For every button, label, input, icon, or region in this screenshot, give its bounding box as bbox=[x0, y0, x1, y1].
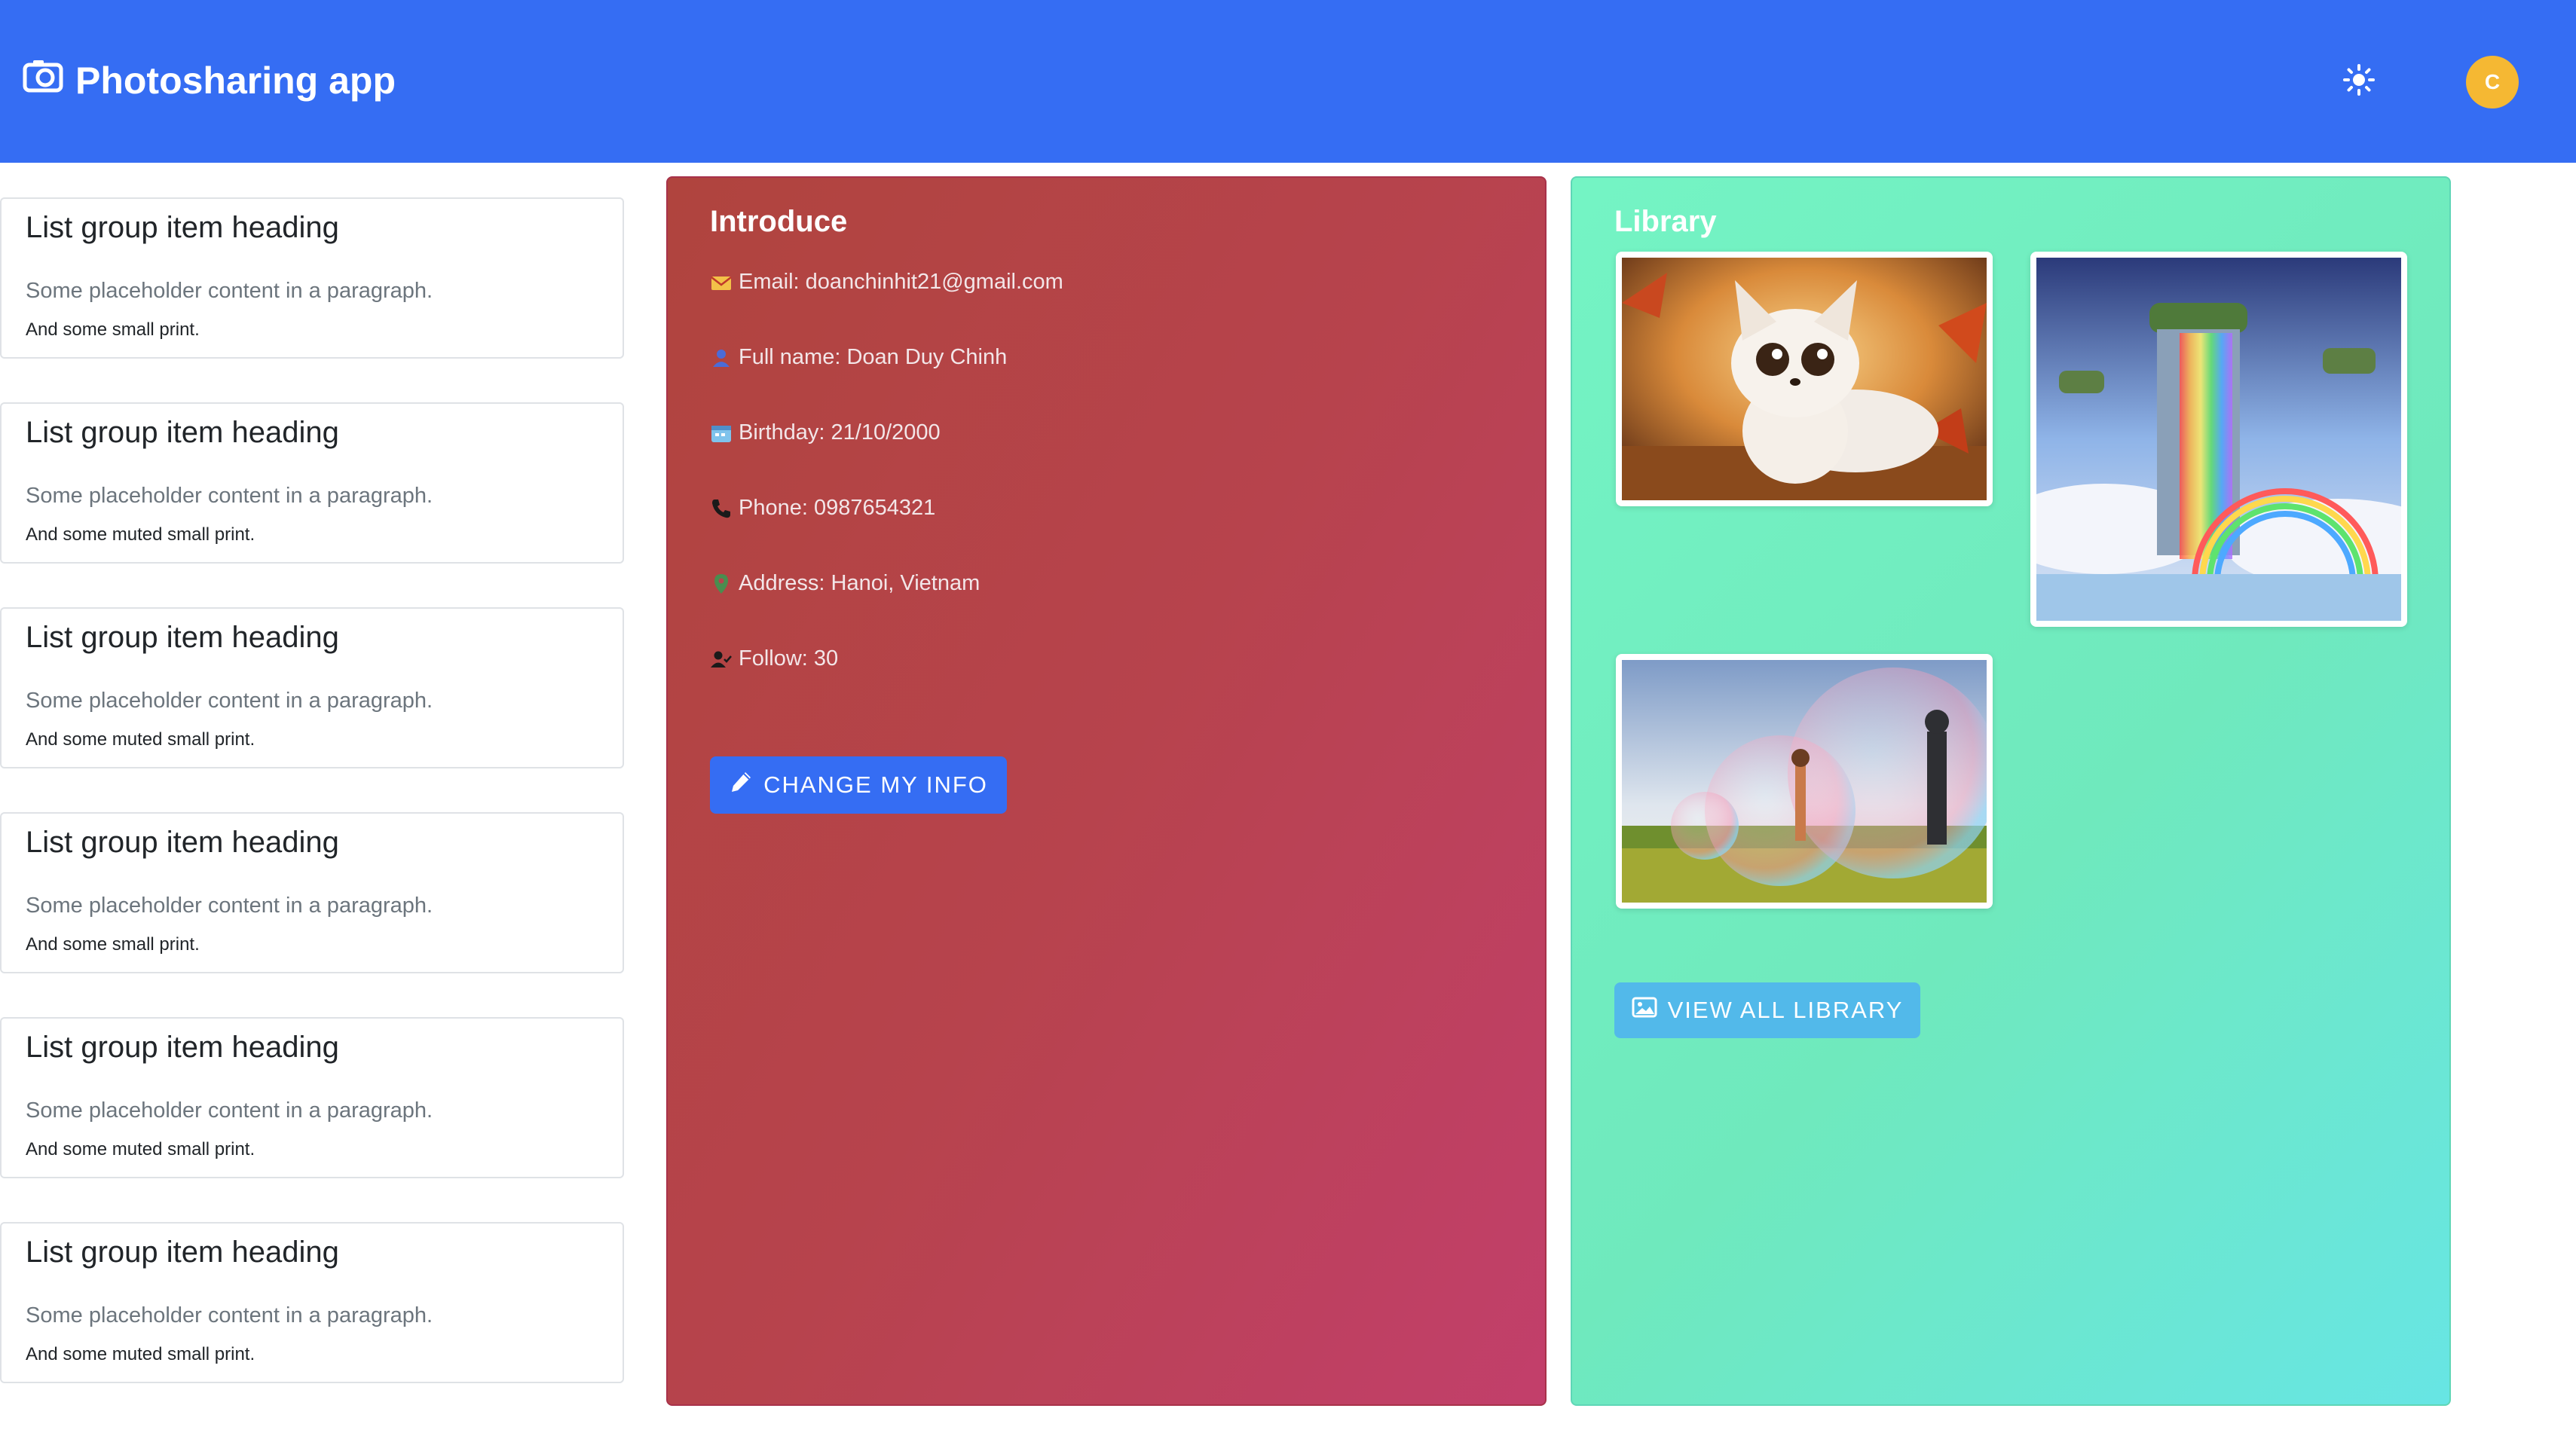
phone-row: Phone: 0987654321 bbox=[710, 496, 935, 521]
sun-icon bbox=[2342, 63, 2376, 100]
theme-toggle-button[interactable] bbox=[2336, 60, 2382, 102]
image-icon bbox=[1632, 996, 1657, 1025]
location-pin-icon bbox=[710, 573, 733, 595]
fullname-text: Full name: Doan Duy Chinh bbox=[739, 345, 1008, 369]
list-item-heading: List group item heading bbox=[26, 621, 339, 654]
introduce-card: Introduce Email: doanchinhit21@gmail.com… bbox=[666, 176, 1547, 1406]
list-item-small: And some small print. bbox=[26, 319, 200, 340]
birthday-text: Birthday: 21/10/2000 bbox=[739, 420, 941, 445]
list-item-heading: List group item heading bbox=[26, 1236, 339, 1269]
list-item-text: Some placeholder content in a paragraph. bbox=[26, 1098, 433, 1123]
list-item-text: Some placeholder content in a paragraph. bbox=[26, 279, 433, 303]
phone-icon bbox=[710, 497, 733, 520]
follow-row: Follow: 30 bbox=[710, 646, 838, 671]
view-all-library-label: VIEW ALL LIBRARY bbox=[1667, 997, 1904, 1023]
list-item-small: And some muted small print. bbox=[26, 1344, 255, 1364]
list-item[interactable]: List group item heading Some placeholder… bbox=[0, 812, 624, 973]
avatar[interactable]: C bbox=[2466, 56, 2519, 108]
address-row: Address: Hanoi, Vietnam bbox=[710, 571, 980, 596]
list-item-heading: List group item heading bbox=[26, 1031, 339, 1064]
fox-autumn-image[interactable] bbox=[1616, 252, 1993, 506]
library-title: Library bbox=[1614, 205, 1717, 238]
view-all-library-button[interactable]: VIEW ALL LIBRARY bbox=[1614, 982, 1920, 1038]
envelope-icon bbox=[710, 271, 733, 294]
fullname-row: Full name: Doan Duy Chinh bbox=[710, 345, 1007, 370]
list-item-heading: List group item heading bbox=[26, 416, 339, 449]
brand[interactable]: Photosharing app bbox=[23, 59, 396, 102]
library-card: Library VIEW ALL LIBRARY bbox=[1571, 176, 2451, 1406]
list-item[interactable]: List group item heading Some placeholder… bbox=[0, 1017, 624, 1178]
pencil-icon bbox=[729, 770, 753, 800]
list-item[interactable]: List group item heading Some placeholder… bbox=[0, 607, 624, 768]
change-my-info-button[interactable]: CHANGE MY INFO bbox=[710, 756, 1007, 814]
user-icon bbox=[710, 347, 733, 369]
email-row: Email: doanchinhit21@gmail.com bbox=[710, 270, 1063, 295]
list-item-heading: List group item heading bbox=[26, 826, 339, 859]
list-item-text: Some placeholder content in a paragraph. bbox=[26, 689, 433, 713]
top-navbar: Photosharing app C bbox=[0, 0, 2576, 163]
calendar-icon bbox=[710, 422, 733, 445]
list-item[interactable]: List group item heading Some placeholder… bbox=[0, 197, 624, 359]
follow-text: Follow: 30 bbox=[739, 646, 839, 671]
email-text: Email: doanchinhit21@gmail.com bbox=[739, 270, 1063, 294]
list-item[interactable]: List group item heading Some placeholder… bbox=[0, 402, 624, 564]
list-item-text: Some placeholder content in a paragraph. bbox=[26, 894, 433, 918]
list-item-small: And some small print. bbox=[26, 934, 200, 955]
list-item-small: And some muted small print. bbox=[26, 729, 255, 750]
list-item-small: And some muted small print. bbox=[26, 524, 255, 545]
list-item[interactable]: List group item heading Some placeholder… bbox=[0, 1222, 624, 1383]
introduce-title: Introduce bbox=[710, 205, 848, 238]
brand-title: Photosharing app bbox=[75, 60, 396, 102]
camera-icon bbox=[23, 59, 63, 102]
list-item-small: And some muted small print. bbox=[26, 1139, 255, 1159]
change-my-info-label: CHANGE MY INFO bbox=[763, 771, 988, 798]
list-item-text: Some placeholder content in a paragraph. bbox=[26, 484, 433, 508]
list-item-text: Some placeholder content in a paragraph. bbox=[26, 1303, 433, 1327]
address-text: Address: Hanoi, Vietnam bbox=[739, 571, 981, 595]
avatar-initial: C bbox=[2484, 70, 2501, 93]
rainbow-waterfall-image[interactable] bbox=[2030, 252, 2407, 627]
birthday-row: Birthday: 21/10/2000 bbox=[710, 420, 941, 445]
user-check-icon bbox=[710, 648, 733, 671]
list-item-heading: List group item heading bbox=[26, 211, 339, 244]
bubbles-meadow-image[interactable] bbox=[1616, 654, 1993, 909]
phone-text: Phone: 0987654321 bbox=[739, 496, 936, 520]
